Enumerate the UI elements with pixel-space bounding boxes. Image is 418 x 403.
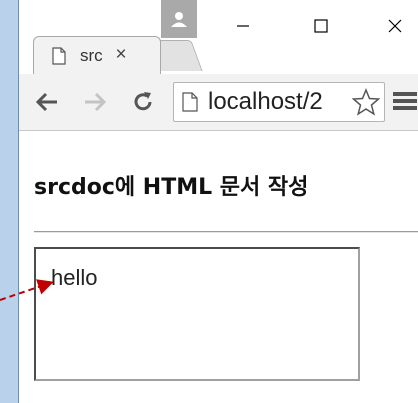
arrow-right-icon — [85, 92, 107, 112]
back-button[interactable] — [33, 88, 61, 116]
page-icon — [52, 47, 66, 70]
menu-button[interactable] — [393, 90, 417, 117]
close-window-button[interactable] — [385, 16, 405, 36]
page-info-icon — [182, 92, 198, 117]
srcdoc-iframe[interactable]: hello — [34, 247, 360, 381]
title-bar: src × — [19, 0, 418, 75]
toolbar: localhost/2 — [19, 74, 418, 131]
close-icon — [388, 19, 402, 33]
page-heading: srcdoc에 HTML 문서 작성 — [34, 175, 309, 200]
minimize-icon — [237, 25, 249, 27]
desktop-background — [0, 0, 18, 403]
address-bar[interactable]: localhost/2 — [173, 82, 385, 122]
arrow-left-icon — [35, 92, 57, 112]
minimize-button[interactable] — [233, 16, 253, 36]
bookmark-button[interactable] — [351, 88, 382, 116]
tab-close-icon[interactable]: × — [110, 44, 132, 66]
maximize-icon — [314, 19, 328, 33]
maximize-button[interactable] — [311, 16, 331, 36]
page-content: srcdoc에 HTML 문서 작성 hello — [19, 131, 418, 403]
hamburger-icon — [393, 92, 417, 110]
url-text: localhost/2 — [208, 88, 323, 115]
reload-icon — [134, 92, 152, 111]
user-icon — [171, 12, 187, 27]
forward-button[interactable] — [81, 88, 109, 116]
iframe-text: hello — [51, 265, 98, 290]
tab-active[interactable]: src × — [33, 36, 161, 75]
browser-window: src × localhost/2 srcdoc에 HTML 문서 작성 hel… — [18, 0, 418, 403]
tab-title: src — [80, 46, 103, 65]
star-icon — [351, 88, 381, 116]
reload-button[interactable] — [129, 88, 157, 116]
horizontal-rule — [34, 231, 418, 233]
profile-button[interactable] — [161, 0, 197, 38]
